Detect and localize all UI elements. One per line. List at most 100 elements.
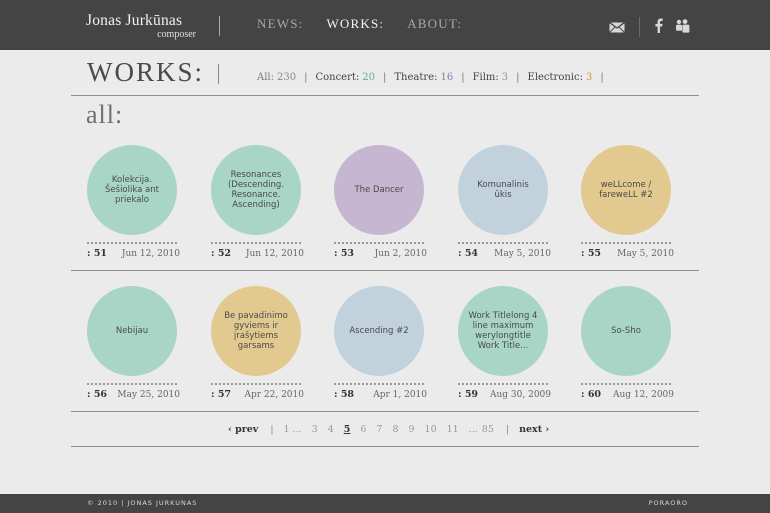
work-circle[interactable]: So-Sho <box>581 286 671 376</box>
divider-line <box>71 446 699 447</box>
filter-count: 3 <box>585 72 593 83</box>
page-link[interactable]: 11 <box>447 424 459 435</box>
page-link[interactable]: 3 <box>312 424 318 435</box>
work-item[interactable]: Ascending #2 : 58 Apr 1, 2010 <box>334 286 427 400</box>
dotted-divider <box>581 383 671 385</box>
filter-label: Film: <box>472 72 499 83</box>
dotted-divider <box>334 383 424 385</box>
filter-electronic[interactable]: Electronic: 3 <box>528 72 593 83</box>
page-link[interactable]: 8 <box>392 424 398 435</box>
divider-line <box>71 95 699 96</box>
divider-line <box>71 270 699 271</box>
filter-concert[interactable]: Concert: 20 <box>315 72 375 83</box>
dotted-divider <box>211 383 301 385</box>
filter-film[interactable]: Film: 3 <box>473 72 509 83</box>
work-circle[interactable]: Nebijau <box>87 286 177 376</box>
dotted-divider <box>458 242 548 244</box>
category-filters: All: 230 | Concert: 20 | Theatre: 16 | Film… <box>257 72 612 83</box>
page-link-current[interactable]: 5 <box>344 424 351 435</box>
page-link[interactable]: 10 <box>425 424 437 435</box>
dotted-divider <box>334 242 424 244</box>
designer-credit[interactable]: PORAORO <box>649 499 688 507</box>
work-circle[interactable]: Be pavadinimo gyviems ir įrašytiems gars… <box>211 286 301 376</box>
page-title: WORKS: <box>87 57 205 87</box>
page-link[interactable]: 9 <box>409 424 415 435</box>
pager-separator: | <box>270 424 274 435</box>
section-title: all: <box>86 100 124 129</box>
social-divider <box>639 17 640 37</box>
page-link[interactable]: 4 <box>328 424 334 435</box>
header-divider <box>219 16 220 36</box>
work-circle[interactable]: Work Titlelong 4 line maximum werylongti… <box>458 286 548 376</box>
work-item[interactable]: So-Sho : 60 Aug 12, 2009 <box>581 286 674 400</box>
pagination: ‹ prev | 1 ... 3 4 5 6 7 8 9 10 11 ... 8… <box>228 424 549 435</box>
work-item[interactable]: Komunalinis ūkis : 54 May 5, 2010 <box>458 145 551 259</box>
dotted-divider <box>581 242 671 244</box>
work-number: : 54 <box>458 248 479 259</box>
work-circle[interactable]: Komunalinis ūkis <box>458 145 548 235</box>
work-circle[interactable]: Resonances (Descending. Resonance. Ascen… <box>211 145 301 235</box>
work-date: Jun 12, 2010 <box>245 249 304 259</box>
filter-all[interactable]: All: 230 <box>257 72 296 83</box>
filter-separator: | <box>600 72 604 83</box>
mail-icon[interactable] <box>609 18 625 37</box>
filter-count: 20 <box>362 72 376 83</box>
work-number: : 56 <box>87 389 108 400</box>
nav-about[interactable]: ABOUT: <box>407 16 462 32</box>
prev-page-link[interactable]: ‹ prev <box>228 424 258 435</box>
nav-works[interactable]: WORKS: <box>326 16 384 32</box>
page-link[interactable]: 6 <box>360 424 366 435</box>
main-nav: NEWS: WORKS: ABOUT: <box>257 16 462 32</box>
title-divider <box>218 64 219 84</box>
filter-separator: | <box>461 72 465 83</box>
work-number: : 59 <box>458 389 479 400</box>
next-page-link[interactable]: next › <box>519 424 549 435</box>
dotted-divider <box>211 242 301 244</box>
site-header: Jonas Jurkūnas composer NEWS: WORKS: ABO… <box>0 0 770 50</box>
work-circle[interactable]: Kolekcija. Šešiolika ant priekalo <box>87 145 177 235</box>
work-item[interactable]: Work Titlelong 4 line maximum werylongti… <box>458 286 551 400</box>
work-item[interactable]: Be pavadinimo gyviems ir įrašytiems gars… <box>211 286 304 400</box>
dotted-divider <box>87 242 177 244</box>
work-item[interactable]: Resonances (Descending. Resonance. Ascen… <box>211 145 304 259</box>
work-circle[interactable]: The Dancer <box>334 145 424 235</box>
work-circle[interactable]: weLLcome / fareweLL #2 <box>581 145 671 235</box>
work-date: Apr 1, 2010 <box>373 390 427 400</box>
work-date: Aug 12, 2009 <box>613 390 674 400</box>
work-item[interactable]: weLLcome / fareweLL #2 : 55 May 5, 2010 <box>581 145 674 259</box>
filter-label: Electronic: <box>527 72 583 83</box>
work-item[interactable]: Nebijau : 56 May 25, 2010 <box>87 286 180 400</box>
filter-count: 3 <box>501 72 509 83</box>
site-logo[interactable]: Jonas Jurkūnas composer <box>86 12 196 40</box>
work-date: Aug 30, 2009 <box>490 390 551 400</box>
page-link[interactable]: 1 <box>284 424 290 435</box>
filter-label: Concert: <box>315 72 360 83</box>
copyright-text: © 2010 | JONAS JURKUNAS <box>87 499 198 507</box>
work-date: Apr 22, 2010 <box>244 390 304 400</box>
work-number: : 60 <box>581 389 602 400</box>
brand-subtitle: composer <box>157 29 196 40</box>
work-number: : 52 <box>211 248 232 259</box>
work-date: Jun 2, 2010 <box>374 249 427 259</box>
work-number: : 57 <box>211 389 232 400</box>
page-link[interactable]: 85 <box>482 424 494 435</box>
filter-count: 16 <box>440 72 454 83</box>
work-item[interactable]: Kolekcija. Šešiolika ant priekalo : 51 J… <box>87 145 180 259</box>
filter-theatre[interactable]: Theatre: 16 <box>394 72 453 83</box>
pager-separator: | <box>505 424 510 435</box>
work-circle[interactable]: Ascending #2 <box>334 286 424 376</box>
work-number: : 53 <box>334 248 355 259</box>
divider-line <box>71 411 699 412</box>
site-footer: © 2010 | JONAS JURKUNAS PORAORO <box>0 494 770 513</box>
myspace-icon[interactable] <box>675 18 690 37</box>
filter-label: Theatre: <box>394 72 438 83</box>
facebook-icon[interactable] <box>654 18 663 37</box>
filter-separator: | <box>516 72 520 83</box>
work-item[interactable]: The Dancer : 53 Jun 2, 2010 <box>334 145 427 259</box>
nav-news[interactable]: NEWS: <box>257 16 303 32</box>
work-number: : 55 <box>581 248 602 259</box>
work-date: May 25, 2010 <box>117 390 180 400</box>
page-link[interactable]: 7 <box>376 424 382 435</box>
work-date: Jun 12, 2010 <box>121 249 180 259</box>
work-number: : 58 <box>334 389 355 400</box>
